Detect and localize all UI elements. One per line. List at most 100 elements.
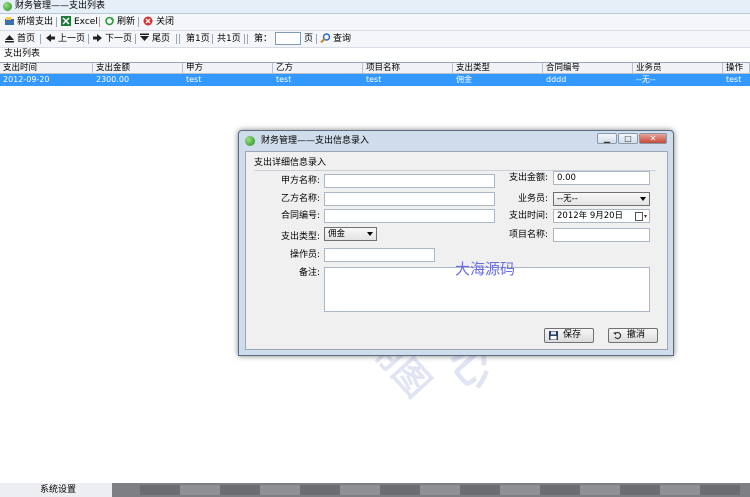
section-label: 支出详细信息录入: [254, 158, 327, 168]
expense-date-picker[interactable]: 2012年 9月20日: [553, 209, 650, 223]
refresh-label: 刷新: [117, 17, 136, 27]
refresh-button[interactable]: 刷新: [104, 15, 135, 29]
column-header[interactable]: 支出类型: [453, 63, 543, 74]
expense-type-label: 支出类型:: [280, 232, 320, 242]
table-row[interactable]: 2012-09-20 2300.00 test test test 佣金 ddd…: [0, 74, 750, 86]
table-cell: test: [186, 75, 202, 84]
project-name-label: 项目名称:: [508, 230, 548, 240]
prev-page-button[interactable]: 上一页: [45, 32, 85, 46]
excel-label: Excel: [74, 17, 98, 27]
cancel-label: 撤消: [627, 330, 646, 340]
excel-icon: [61, 16, 71, 26]
first-page-label: 首页: [17, 34, 36, 44]
column-header[interactable]: 乙方: [273, 63, 363, 74]
table-cell: test: [726, 75, 742, 84]
system-settings-tab[interactable]: 系统设置: [0, 483, 112, 497]
party-a-label: 甲方名称:: [280, 176, 320, 186]
table-cell: 佣金: [456, 75, 472, 84]
app-logo-icon: [3, 2, 12, 11]
amount-label: 支出金额:: [508, 173, 548, 183]
next-arrow-icon: [93, 34, 102, 42]
remark-label: 备注:: [298, 268, 320, 278]
salesman-value: --无--: [557, 194, 578, 204]
salesman-label: 业务员:: [517, 194, 548, 204]
new-expense-icon: [5, 17, 14, 25]
undo-icon: [613, 331, 622, 340]
new-expense-label: 新增支出: [17, 17, 54, 27]
goto-page-prefix: 第：: [254, 34, 273, 44]
column-header[interactable]: 支出时间: [0, 63, 93, 74]
salesman-select[interactable]: --无--: [553, 192, 650, 206]
minimize-button[interactable]: ▁: [597, 133, 617, 144]
table-cell: 2300.00: [96, 75, 130, 84]
query-button[interactable]: 查询: [320, 32, 351, 46]
operator-input[interactable]: [324, 248, 435, 262]
refresh-icon: [105, 16, 114, 26]
status-bar: 系统设置: [0, 483, 750, 497]
close-label: 关闭: [156, 17, 175, 27]
column-header[interactable]: 支出金额: [93, 63, 183, 74]
current-page-text: 第1页: [186, 34, 210, 44]
operator-label: 操作员:: [289, 250, 320, 260]
new-expense-button[interactable]: 新增支出: [4, 15, 53, 29]
dialog-body: 支出详细信息录入 甲方名称: 乙方名称: 合同编号: 支出类型: 佣金 操作员:…: [245, 151, 668, 350]
column-header[interactable]: 甲方: [183, 63, 273, 74]
party-b-input[interactable]: [324, 192, 495, 206]
status-bar-decoration: [140, 485, 740, 495]
calendar-icon[interactable]: [635, 212, 647, 221]
last-page-button[interactable]: 尾页: [139, 32, 170, 46]
first-page-icon: [5, 35, 14, 43]
query-label: 查询: [333, 34, 352, 44]
party-b-label: 乙方名称:: [280, 194, 320, 204]
amount-input[interactable]: 0.00: [553, 171, 650, 185]
column-header[interactable]: 项目名称: [363, 63, 453, 74]
paging-toolbar: 首页 上一页 下一页 尾页 第1页 共1页 第： 页 查询: [0, 31, 750, 48]
dialog-close-button[interactable]: ✕: [639, 133, 667, 144]
window-title: 财务管理——支出列表: [15, 1, 106, 11]
expense-list-label: 支出列表: [4, 49, 41, 59]
search-icon: [320, 33, 331, 43]
table-cell: 2012-09-20: [3, 75, 50, 84]
column-header[interactable]: 操作员: [723, 63, 750, 84]
cancel-button[interactable]: 撤消: [608, 328, 658, 343]
maximize-button[interactable]: □: [618, 133, 638, 144]
dialog-title: 财务管理——支出信息录入: [261, 136, 370, 146]
system-settings-label: 系统设置: [40, 485, 77, 495]
next-page-button[interactable]: 下一页: [92, 32, 132, 46]
expense-type-value: 佣金: [328, 229, 346, 239]
save-button[interactable]: 保存: [544, 328, 594, 343]
last-page-label: 尾页: [152, 34, 171, 44]
column-header[interactable]: 合同编号: [543, 63, 633, 74]
total-pages-text: 共1页: [217, 34, 241, 44]
column-header[interactable]: 业务员: [633, 63, 723, 74]
prev-page-label: 上一页: [58, 34, 86, 44]
first-page-button[interactable]: 首页: [4, 32, 35, 46]
chevron-down-icon: [640, 197, 646, 201]
project-name-input[interactable]: [553, 228, 650, 242]
chevron-down-icon: [367, 232, 373, 236]
table-cell: dddd: [546, 75, 567, 84]
goto-page-suffix: 页: [304, 34, 314, 44]
expense-date-label: 支出时间:: [508, 211, 548, 221]
party-a-input[interactable]: [324, 174, 495, 188]
last-page-icon: [140, 33, 149, 41]
floppy-disk-icon: [549, 331, 558, 340]
main-toolbar: 新增支出 Excel 刷新 关闭: [0, 14, 750, 31]
expense-type-select[interactable]: 佣金: [324, 227, 377, 241]
dialog-logo-icon: [245, 136, 255, 146]
table-cell: --无--: [636, 75, 656, 84]
expense-entry-dialog: 财务管理——支出信息录入 ▁ □ ✕ 支出详细信息录入 甲方名称: 乙方名称: …: [238, 130, 674, 356]
save-label: 保存: [563, 330, 582, 340]
prev-arrow-icon: [46, 34, 55, 42]
goto-page-input[interactable]: [275, 32, 301, 45]
expense-date-value: 2012年 9月20日: [557, 211, 624, 221]
close-icon: [143, 16, 153, 26]
contract-number-input[interactable]: [324, 209, 495, 223]
main-title-bar: 财务管理——支出列表: [0, 0, 750, 14]
table-cell: test: [366, 75, 382, 84]
next-page-label: 下一页: [105, 34, 133, 44]
contract-number-label: 合同编号:: [280, 211, 320, 221]
excel-button[interactable]: Excel: [61, 15, 98, 29]
close-button[interactable]: 关闭: [143, 15, 174, 29]
watermark-text: 大海源码: [455, 260, 516, 278]
